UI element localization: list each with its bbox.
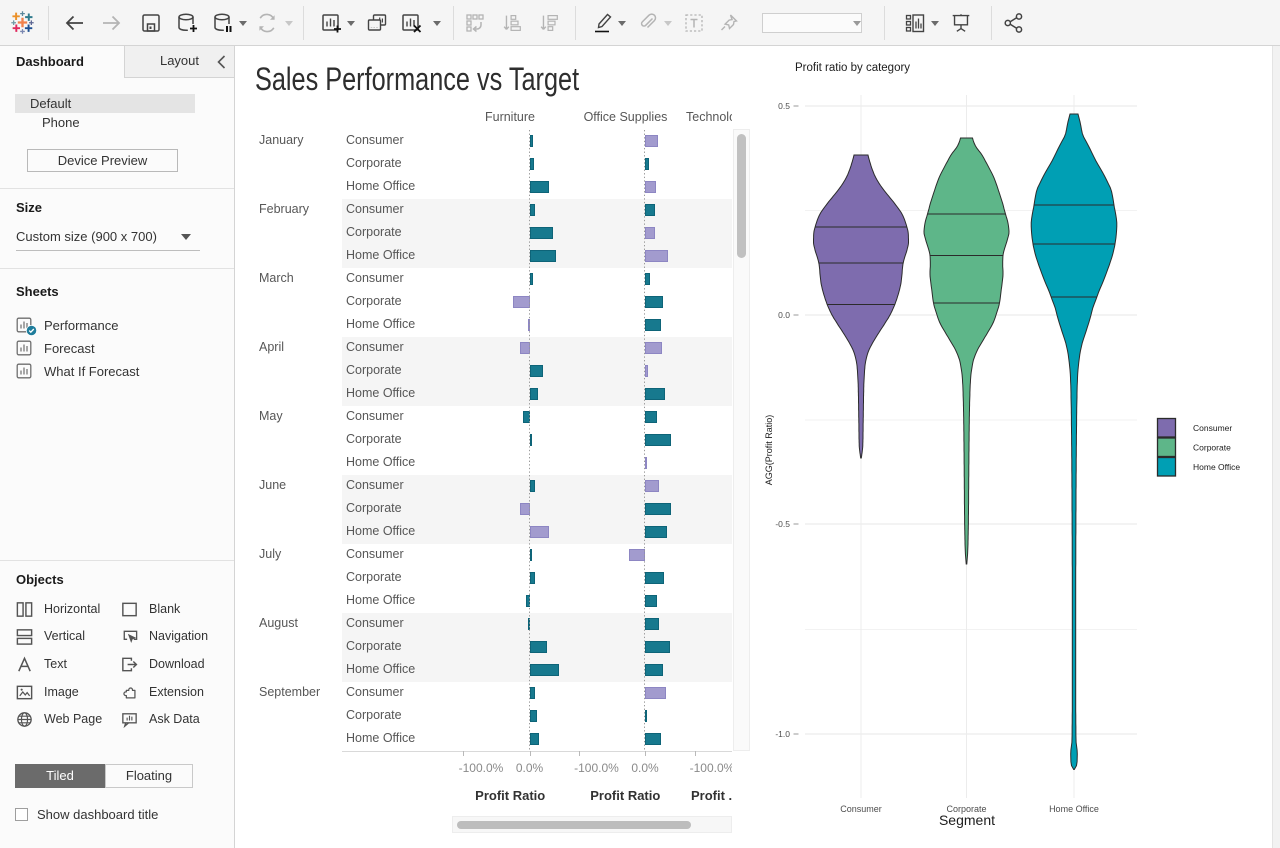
svg-text:Corporate: Corporate <box>1193 443 1231 453</box>
svg-text:Home Office: Home Office <box>1193 462 1240 472</box>
svg-text:Profit ratio by category: Profit ratio by category <box>795 62 910 74</box>
svg-text:Consumer: Consumer <box>1193 423 1232 433</box>
svg-text:AGG(Profit Ratio): AGG(Profit Ratio) <box>764 415 774 486</box>
svg-text:0.5: 0.5 <box>778 101 790 111</box>
svg-text:Segment: Segment <box>939 812 995 828</box>
svg-text:0.0: 0.0 <box>778 310 790 320</box>
svg-text:-1.0: -1.0 <box>775 729 790 739</box>
svg-text:Consumer: Consumer <box>840 804 882 814</box>
svg-text:Home Office: Home Office <box>1049 804 1099 814</box>
svg-text:-0.5: -0.5 <box>775 519 790 529</box>
